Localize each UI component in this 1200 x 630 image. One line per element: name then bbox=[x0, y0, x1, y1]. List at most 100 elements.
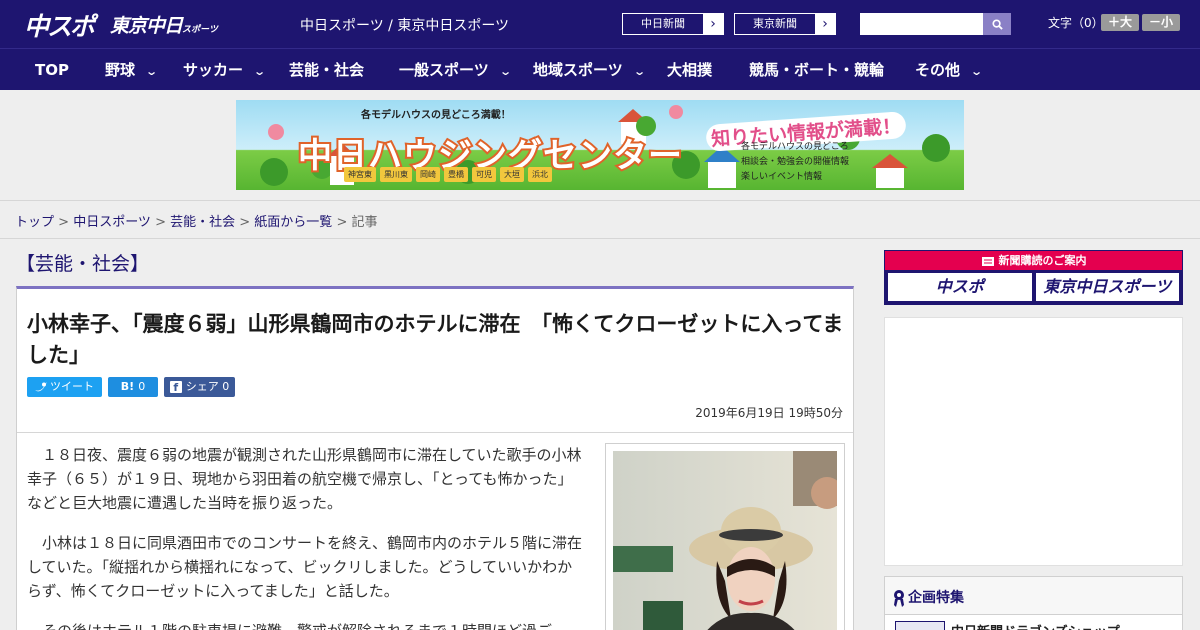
nav-item-sumo[interactable]: 大相撲 bbox=[667, 49, 712, 91]
banner-town: 可児 bbox=[472, 167, 496, 182]
breadcrumb-link-paper-list[interactable]: 紙面から一覧 bbox=[254, 215, 332, 230]
subscription-header: 新聞購読のご案内 bbox=[885, 251, 1182, 270]
newspaper-icon bbox=[981, 256, 994, 266]
nav-label: 一般スポーツ bbox=[399, 61, 489, 79]
breadcrumb-bar: トップ > 中日スポーツ > 芸能・社会 > 紙面から一覧 > 記事 bbox=[0, 200, 1200, 239]
banner-info-list: 各モデルハウスの見どころ 相談会・勉強会の開催情報 楽しいイベント情報 bbox=[741, 140, 849, 185]
nav-item-local-sports[interactable]: 地域スポーツ ⌄ bbox=[533, 49, 646, 91]
banner-info-item: 楽しいイベント情報 bbox=[741, 172, 823, 182]
nav-item-general-sports[interactable]: 一般スポーツ ⌄ bbox=[399, 49, 512, 91]
tokyo-shimbun-button[interactable]: 東京新聞 › bbox=[734, 13, 836, 35]
search-button[interactable] bbox=[983, 13, 1011, 35]
nav-label: 芸能・社会 bbox=[289, 61, 365, 79]
chevron-down-icon: ⌄ bbox=[632, 65, 646, 78]
nav-item-entertainment[interactable]: 芸能・社会 bbox=[289, 49, 364, 91]
tokyo-logo-small: スポーツ bbox=[182, 25, 218, 35]
nav-item-top[interactable]: TOP bbox=[35, 49, 69, 91]
subscription-link-chuspo[interactable]: 中スポ bbox=[888, 273, 1032, 301]
subscription-title: 新聞購読のご案内 bbox=[998, 254, 1087, 267]
article-headline: 小林幸子、「震度６弱」山形県鶴岡市のホテルに滞在 「怖くてクローゼットに入ってま… bbox=[27, 312, 844, 367]
chunichi-shimbun-button[interactable]: 中日新聞 › bbox=[622, 13, 724, 35]
banner-town: 神宮東 bbox=[344, 167, 376, 182]
chevron-right-icon: › bbox=[815, 14, 835, 34]
subscription-link-tokyo[interactable]: 東京中日スポーツ bbox=[1035, 273, 1179, 301]
subscription-box[interactable]: 新聞購読のご案内 中スポ 東京中日スポーツ bbox=[884, 250, 1183, 305]
article-date: 2019年6月19日 19時50分 bbox=[695, 406, 843, 420]
photo-illustration bbox=[613, 451, 837, 630]
nav-item-racing[interactable]: 競馬・ボート・競輪 bbox=[749, 49, 884, 91]
special-feature-item[interactable]: 中日新聞ドラゴンズショップ bbox=[885, 614, 1182, 630]
chevron-down-icon: ⌄ bbox=[970, 65, 984, 78]
banner-town: 岡崎 bbox=[416, 167, 440, 182]
nav-label: 大相撲 bbox=[667, 61, 713, 79]
font-size-down-button[interactable]: －小 bbox=[1142, 14, 1180, 31]
nav-label: その他 bbox=[915, 61, 961, 79]
article-paragraph: その後はホテル１階の駐車場に避難。警戒が解除されるまで１時間ほど過ご bbox=[27, 619, 587, 630]
nav-label: 地域スポーツ bbox=[533, 61, 623, 79]
article-paragraph: 小林は１８日に同県酒田市でのコンサートを終え、鶴岡市内のホテル５階に滞在していた… bbox=[27, 534, 583, 600]
chevron-down-icon: ⌄ bbox=[145, 65, 159, 78]
top-header: 中スポ 東京中日スポーツ 中日スポーツ / 東京中日スポーツ 中日新聞 › 東京… bbox=[0, 0, 1200, 48]
chevron-right-icon: › bbox=[703, 14, 723, 34]
breadcrumb-link-entertainment[interactable]: 芸能・社会 bbox=[170, 215, 235, 230]
search-icon bbox=[991, 19, 1003, 30]
chunichi-shimbun-label: 中日新聞 bbox=[623, 14, 703, 34]
special-features-box: 企画特集 中日新聞ドラゴンズショップ bbox=[884, 576, 1183, 630]
nav-label: サッカー bbox=[183, 61, 244, 79]
facebook-share-button[interactable]: f シェア 0 bbox=[164, 377, 235, 397]
nav-item-soccer[interactable]: サッカー ⌄ bbox=[183, 49, 267, 91]
banner-subtitle: 各モデルハウスの見どころ満載！ bbox=[361, 110, 511, 121]
nav-item-other[interactable]: その他 ⌄ bbox=[915, 49, 984, 91]
subscription-links: 中スポ 東京中日スポーツ bbox=[885, 270, 1182, 304]
search-input[interactable] bbox=[860, 13, 983, 35]
chuspo-logo[interactable]: 中スポ bbox=[24, 7, 95, 43]
banner-town: 黒川東 bbox=[380, 167, 412, 182]
banner-town: 大垣 bbox=[500, 167, 524, 182]
font-size-label: 文字（0） bbox=[1048, 16, 1104, 30]
article-body: １８日夜、震度６弱の地震が観測された山形県鶴岡市に滞在していた歌手の小林幸子（６… bbox=[27, 443, 587, 630]
special-features-heading: 企画特集 bbox=[893, 587, 964, 607]
banner-town: 浜北 bbox=[528, 167, 552, 182]
hatena-bookmark-button[interactable]: B! 0 bbox=[108, 377, 158, 397]
housing-center-banner[interactable]: 各モデルハウスの見どころ満載！ 中日ハウジングセンター 神宮東 黒川東 岡崎 豊… bbox=[236, 100, 964, 190]
article-photo[interactable] bbox=[613, 451, 837, 630]
article-paragraph: １８日夜、震度６弱の地震が観測された山形県鶴岡市に滞在していた歌手の小林幸子（６… bbox=[27, 446, 582, 512]
special-features-title: 企画特集 bbox=[908, 590, 964, 606]
tweet-label: ツイート bbox=[50, 380, 94, 393]
banner-info-item: 各モデルハウスの見どころ bbox=[741, 142, 849, 152]
breadcrumb-current: 記事 bbox=[351, 215, 378, 230]
nav-label: 野球 bbox=[105, 61, 136, 79]
font-size-up-button[interactable]: ＋大 bbox=[1101, 14, 1139, 31]
tokyo-chunichi-logo[interactable]: 東京中日スポーツ bbox=[110, 11, 218, 38]
main-nav: TOP 野球 ⌄ サッカー ⌄ 芸能・社会 一般スポーツ ⌄ 地域スポーツ ⌄ 大相撲 … bbox=[0, 48, 1200, 90]
article-card: 小林幸子、「震度６弱」山形県鶴岡市のホテルに滞在 「怖くてクローゼットに入ってま… bbox=[16, 286, 854, 630]
banner-info-item: 相談会・勉強会の開催情報 bbox=[741, 157, 850, 167]
article-photo-frame bbox=[605, 443, 845, 630]
breadcrumb-link-chuspo[interactable]: 中日スポーツ bbox=[73, 215, 151, 230]
facebook-label: シェア bbox=[185, 380, 219, 393]
special-feature-text: 中日新聞ドラゴンズショップ bbox=[951, 621, 1120, 630]
special-feature-thumbnail bbox=[895, 621, 945, 630]
tweet-button[interactable]: ツイート bbox=[27, 377, 102, 397]
breadcrumb: トップ > 中日スポーツ > 芸能・社会 > 紙面から一覧 > 記事 bbox=[15, 215, 378, 230]
ribbon-icon bbox=[894, 590, 904, 607]
sidebar-ad-slot bbox=[884, 317, 1183, 566]
hatena-count: 0 bbox=[138, 380, 146, 393]
tokyo-shimbun-label: 東京新聞 bbox=[735, 14, 815, 34]
banner-town: 豊橋 bbox=[444, 167, 468, 182]
nav-label: 競馬・ボート・競輪 bbox=[749, 61, 885, 79]
article-category: 【芸能・社会】 bbox=[16, 253, 150, 275]
chevron-down-icon: ⌄ bbox=[253, 65, 267, 78]
breadcrumb-link-top[interactable]: トップ bbox=[15, 215, 54, 230]
tokyo-logo-text: 東京中日 bbox=[110, 15, 183, 37]
site-links[interactable]: 中日スポーツ / 東京中日スポーツ bbox=[300, 15, 509, 35]
facebook-icon: f bbox=[169, 381, 182, 394]
hatena-icon: B! bbox=[120, 380, 135, 393]
facebook-count: 0 bbox=[222, 380, 230, 393]
banner-town-list: 神宮東 黒川東 岡崎 豊橋 可児 大垣 浜北 bbox=[344, 167, 552, 182]
chevron-down-icon: ⌄ bbox=[498, 65, 512, 78]
twitter-icon bbox=[35, 382, 47, 392]
divider bbox=[17, 432, 853, 433]
nav-label: TOP bbox=[35, 61, 69, 79]
nav-item-baseball[interactable]: 野球 ⌄ bbox=[105, 49, 159, 91]
